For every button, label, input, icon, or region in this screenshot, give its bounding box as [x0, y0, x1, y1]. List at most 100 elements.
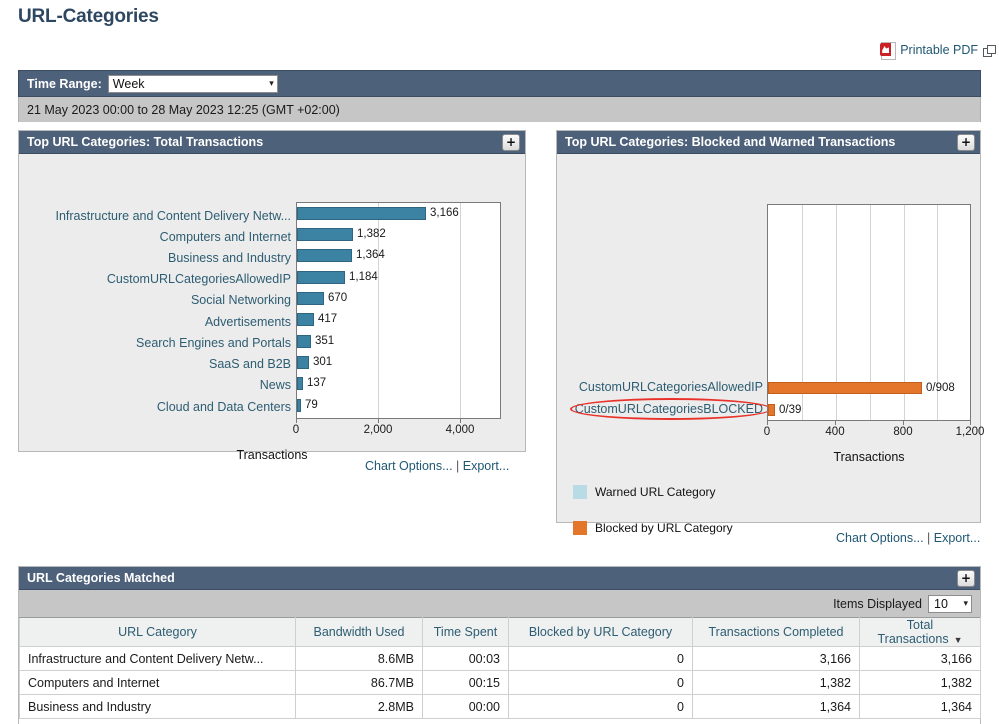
bar-3 [297, 271, 345, 284]
tickmark [460, 419, 461, 423]
chart-total-transactions: Infrastructure and Content Delivery Netw… [19, 154, 525, 474]
tickmark [296, 419, 297, 423]
bar-value-label: 1,382 [357, 228, 386, 240]
plot-area-total: 3,166 1,382 1,364 1,184 670 417 351 301 … [296, 202, 501, 419]
expand-panel-button-table[interactable]: + [957, 569, 975, 587]
chart-footer-links-total: Chart Options... | Export... [365, 459, 509, 473]
bar-value-label: 351 [315, 335, 335, 347]
chart-category-label: SaaS and B2B [208, 357, 291, 371]
cell-time-spent: 00:00 [422, 694, 509, 719]
bar-7 [297, 356, 309, 369]
cell-total-transactions[interactable]: 3,166 [859, 646, 981, 671]
panel-header-table: URL Categories Matched + [19, 567, 980, 590]
table-row[interactable]: Computers and Internet 86.7MB 00:15 0 1,… [19, 670, 981, 695]
links-separator: | [927, 531, 931, 545]
chart-options-link-blocked[interactable]: Chart Options... [836, 531, 924, 545]
cell-url-category[interactable]: Infrastructure and Content Delivery Netw… [19, 646, 296, 671]
chevron-down-icon: ▾ [269, 78, 274, 88]
legend-swatch-warned [573, 485, 587, 499]
panel-top-url-categories-total: Top URL Categories: Total Transactions +… [18, 130, 526, 462]
chart-category-label: CustomURLCategoriesAllowedIP [106, 272, 291, 286]
panel-title-blocked: Top URL Categories: Blocked and Warned T… [565, 135, 896, 149]
pdf-icon [880, 42, 897, 60]
cell-total-transactions[interactable]: 1,364 [859, 694, 981, 719]
time-range-label: Time Range: [27, 76, 102, 91]
cell-blocked-by-url-category: 0 [508, 646, 693, 671]
bar-1 [768, 404, 775, 416]
chart-category-label: Computers and Internet [159, 230, 291, 244]
cell-total-transactions[interactable]: 1,382 [859, 670, 981, 695]
page-title: URL-Categories [18, 6, 159, 27]
cell-blocked-by-url-category: 0 [508, 694, 693, 719]
printable-pdf-link[interactable]: Printable PDF [880, 42, 996, 60]
panel-header-blocked: Top URL Categories: Blocked and Warned T… [557, 131, 980, 154]
cell-transactions-completed[interactable]: 1,382 [692, 670, 860, 695]
column-header-bandwidth-used[interactable]: Bandwidth Used [295, 617, 423, 647]
bar-value-label: 79 [305, 399, 318, 411]
legend-item-warned: Warned URL Category [573, 485, 716, 499]
bar-4 [297, 292, 324, 305]
expand-panel-button-total[interactable]: + [502, 133, 520, 151]
column-header-blocked-by-url-category[interactable]: Blocked by URL Category [508, 617, 693, 647]
table-toolbar: Items Displayed 10 ▾ [19, 590, 980, 617]
panel-top-url-categories-blocked: Top URL Categories: Blocked and Warned T… [556, 130, 984, 535]
bar-8 [297, 377, 303, 390]
bar-value-label: 417 [318, 313, 338, 325]
gridline [460, 203, 461, 418]
chart-category-label: News [259, 378, 291, 392]
cell-time-spent: 00:15 [422, 670, 509, 695]
panel-header-total: Top URL Categories: Total Transactions + [19, 131, 525, 154]
cell-bandwidth-used: 8.6MB [295, 646, 423, 671]
external-window-icon [983, 44, 996, 57]
time-range-text: 21 May 2023 00:00 to 28 May 2023 12:25 (… [18, 97, 981, 122]
links-separator: | [456, 459, 460, 473]
chart-category-label: Advertisements [204, 315, 291, 329]
table-row[interactable]: Infrastructure and Content Delivery Netw… [19, 646, 981, 671]
x-tick-label: 0 [292, 424, 300, 436]
bar-value-label: 1,184 [349, 271, 378, 283]
tickmark [903, 421, 904, 425]
column-header-time-spent[interactable]: Time Spent [422, 617, 509, 647]
chart-category-label: CustomURLCategoriesAllowedIP [578, 380, 763, 394]
chart-category-label: Search Engines and Portals [136, 336, 291, 350]
table-header-row: URL Category Bandwidth Used Time Spent B… [19, 617, 981, 647]
tickmark [378, 419, 379, 423]
x-tick-label: 0 [763, 426, 771, 438]
column-header-total-transactions[interactable]: Total Transactions ▼ [859, 617, 981, 647]
bar-value-label: 0/39 [779, 404, 802, 416]
export-link-total[interactable]: Export... [463, 459, 510, 473]
cell-transactions-completed[interactable]: 3,166 [692, 646, 860, 671]
chart-category-label: CustomURLCategoriesBLOCKED [574, 402, 763, 416]
cell-url-category[interactable]: Computers and Internet [19, 670, 296, 695]
chart-options-link-total[interactable]: Chart Options... [365, 459, 453, 473]
panel-title-table: URL Categories Matched [27, 571, 175, 585]
export-link-blocked[interactable]: Export... [934, 531, 981, 545]
expand-panel-button-blocked[interactable]: + [957, 133, 975, 151]
cell-url-category[interactable]: Business and Industry [19, 694, 296, 719]
bar-value-label: 137 [307, 377, 327, 389]
bar-value-label: 3,166 [430, 207, 459, 219]
time-range-select[interactable]: Week ▾ [107, 74, 278, 93]
items-displayed-value: 10 [934, 596, 948, 611]
table-row[interactable]: Business and Industry 2.8MB 00:00 0 1,36… [19, 694, 981, 719]
plot-area-blocked: 0/908 0/39 [767, 204, 971, 421]
cell-transactions-completed[interactable]: 1,364 [692, 694, 860, 719]
panel-url-categories-matched: URL Categories Matched + Items Displayed… [18, 566, 981, 724]
tickmark [767, 421, 768, 425]
bar-value-label: 670 [328, 292, 348, 304]
legend-label-blocked: Blocked by URL Category [595, 521, 733, 535]
printable-pdf-label: Printable PDF [900, 43, 978, 57]
column-header-url-category[interactable]: URL Category [19, 617, 296, 647]
bar-9 [297, 399, 301, 412]
cell-blocked-by-url-category: 0 [508, 670, 693, 695]
bar-value-label: 1,364 [356, 249, 385, 261]
cell-bandwidth-used: 2.8MB [295, 694, 423, 719]
x-axis-title: Transactions [833, 450, 905, 464]
url-categories-table: URL Category Bandwidth Used Time Spent B… [19, 617, 981, 719]
items-displayed-select[interactable]: 10 ▾ [928, 594, 972, 613]
column-header-transactions-completed[interactable]: Transactions Completed [692, 617, 860, 647]
tickmark [835, 421, 836, 425]
bar-0 [768, 382, 922, 394]
column-header-total-transactions-label: Total Transactions [877, 618, 949, 646]
x-tick-label: 400 [825, 426, 845, 438]
